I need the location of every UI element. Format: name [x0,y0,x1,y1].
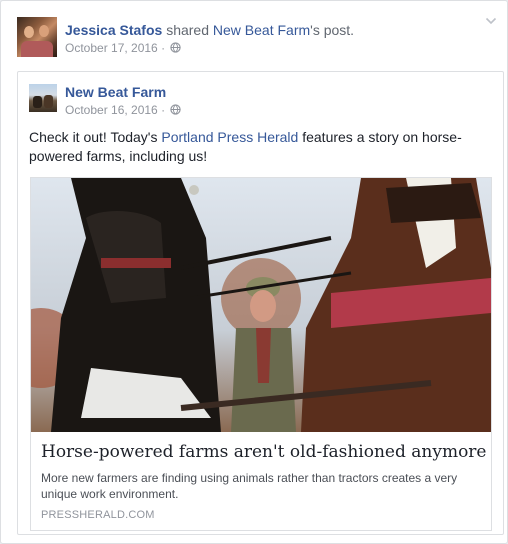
outer-post-date[interactable]: October 17, 2016 [65,41,158,55]
outer-post-header: Jessica Stafos shared New Beat Farm's po… [17,17,491,61]
shared-text: shared [166,22,209,38]
page-name-link[interactable]: New Beat Farm [65,84,166,100]
link-preview-card[interactable]: Horse-powered farms aren't old-fashioned… [30,177,492,531]
link-preview-image[interactable] [31,178,491,432]
globe-icon[interactable] [170,42,182,53]
chevron-down-icon[interactable] [485,15,497,27]
shared-post-suffix: 's post. [310,22,355,38]
globe-icon[interactable] [170,104,182,115]
post-body-text: Check it out! Today's Portland Press Her… [29,128,489,166]
outer-post-headline: Jessica Stafos shared New Beat Farm's po… [65,22,354,38]
shared-page-link[interactable]: New Beat Farm [213,22,310,38]
portland-press-herald-link[interactable]: Portland Press Herald [161,129,298,145]
original-post: New Beat Farm October 16, 2016 · Check i… [17,71,504,535]
shared-post-card: Jessica Stafos shared New Beat Farm's po… [0,0,508,544]
page-avatar[interactable] [29,84,57,112]
link-preview-description: More new farmers are finding using anima… [41,471,458,501]
link-preview-domain: PRESSHERALD.COM [41,509,155,521]
actor-name-link[interactable]: Jessica Stafos [65,22,162,38]
actor-avatar[interactable] [17,17,57,57]
link-preview-title[interactable]: Horse-powered farms aren't old-fashioned… [41,442,487,462]
outer-post-meta: October 17, 2016 · [65,41,182,55]
original-post-meta: October 16, 2016 · [65,103,182,117]
original-post-date[interactable]: October 16, 2016 [65,103,158,117]
post-text-before: Check it out! Today's [29,129,162,145]
